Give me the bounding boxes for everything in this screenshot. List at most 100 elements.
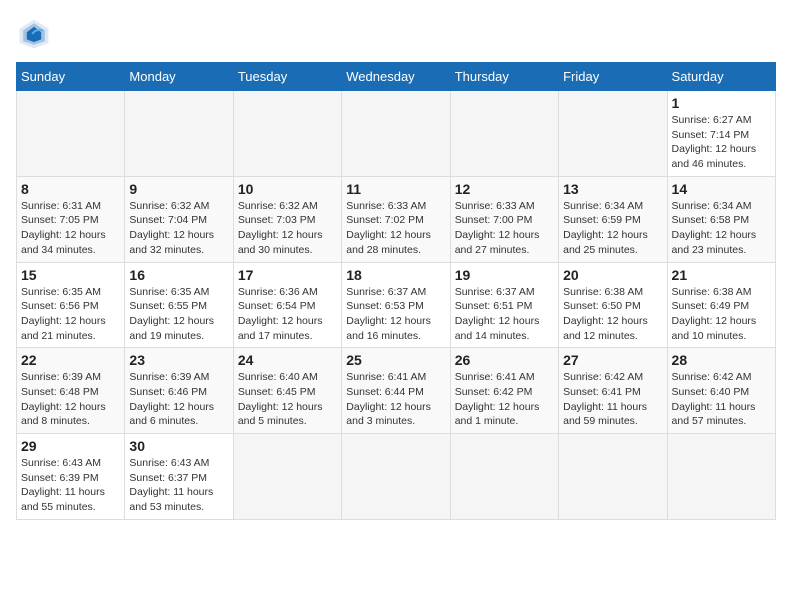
day-info: Sunrise: 6:34 AMSunset: 6:59 PMDaylight:… (563, 199, 662, 258)
calendar-week-row: 1 Sunrise: 6:27 AMSunset: 7:14 PMDaylight… (17, 91, 776, 177)
day-info: Sunrise: 6:37 AMSunset: 6:53 PMDaylight:… (346, 285, 445, 344)
day-info: Sunrise: 6:34 AMSunset: 6:58 PMDaylight:… (672, 199, 771, 258)
calendar-day-cell: 18 Sunrise: 6:37 AMSunset: 6:53 PMDayligh… (342, 262, 450, 348)
calendar-week-row: 22 Sunrise: 6:39 AMSunset: 6:48 PMDayligh… (17, 348, 776, 434)
day-number: 17 (238, 267, 337, 283)
day-info: Sunrise: 6:41 AMSunset: 6:44 PMDaylight:… (346, 370, 445, 429)
calendar-day-cell: 8 Sunrise: 6:31 AMSunset: 7:05 PMDaylight… (17, 176, 125, 262)
day-info: Sunrise: 6:42 AMSunset: 6:40 PMDaylight:… (672, 370, 771, 429)
weekday-header-cell: Thursday (450, 63, 558, 91)
calendar-week-row: 8 Sunrise: 6:31 AMSunset: 7:05 PMDaylight… (17, 176, 776, 262)
day-info: Sunrise: 6:43 AMSunset: 6:39 PMDaylight:… (21, 456, 120, 515)
page-header (16, 16, 776, 52)
weekday-header-cell: Saturday (667, 63, 775, 91)
day-number: 24 (238, 352, 337, 368)
calendar-day-cell (342, 434, 450, 520)
calendar-day-cell: 23 Sunrise: 6:39 AMSunset: 6:46 PMDayligh… (125, 348, 233, 434)
calendar-day-cell: 1 Sunrise: 6:27 AMSunset: 7:14 PMDaylight… (667, 91, 775, 177)
day-info: Sunrise: 6:41 AMSunset: 6:42 PMDaylight:… (455, 370, 554, 429)
day-info: Sunrise: 6:35 AMSunset: 6:56 PMDaylight:… (21, 285, 120, 344)
day-info: Sunrise: 6:39 AMSunset: 6:46 PMDaylight:… (129, 370, 228, 429)
day-info: Sunrise: 6:39 AMSunset: 6:48 PMDaylight:… (21, 370, 120, 429)
weekday-header-cell: Wednesday (342, 63, 450, 91)
calendar-day-cell: 25 Sunrise: 6:41 AMSunset: 6:44 PMDayligh… (342, 348, 450, 434)
calendar-day-cell: 15 Sunrise: 6:35 AMSunset: 6:56 PMDayligh… (17, 262, 125, 348)
day-number: 21 (672, 267, 771, 283)
weekday-header-row: SundayMondayTuesdayWednesdayThursdayFrid… (17, 63, 776, 91)
calendar-day-cell: 12 Sunrise: 6:33 AMSunset: 7:00 PMDayligh… (450, 176, 558, 262)
day-number: 30 (129, 438, 228, 454)
day-number: 23 (129, 352, 228, 368)
calendar-day-cell (125, 91, 233, 177)
day-info: Sunrise: 6:32 AMSunset: 7:03 PMDaylight:… (238, 199, 337, 258)
calendar-day-cell (559, 434, 667, 520)
calendar-day-cell: 11 Sunrise: 6:33 AMSunset: 7:02 PMDayligh… (342, 176, 450, 262)
calendar-day-cell: 13 Sunrise: 6:34 AMSunset: 6:59 PMDayligh… (559, 176, 667, 262)
weekday-header-cell: Friday (559, 63, 667, 91)
day-info: Sunrise: 6:43 AMSunset: 6:37 PMDaylight:… (129, 456, 228, 515)
day-number: 22 (21, 352, 120, 368)
day-number: 19 (455, 267, 554, 283)
day-number: 9 (129, 181, 228, 197)
day-info: Sunrise: 6:40 AMSunset: 6:45 PMDaylight:… (238, 370, 337, 429)
calendar-day-cell: 20 Sunrise: 6:38 AMSunset: 6:50 PMDayligh… (559, 262, 667, 348)
day-info: Sunrise: 6:33 AMSunset: 7:02 PMDaylight:… (346, 199, 445, 258)
day-number: 25 (346, 352, 445, 368)
calendar-body: 1 Sunrise: 6:27 AMSunset: 7:14 PMDaylight… (17, 91, 776, 520)
day-number: 1 (672, 95, 771, 111)
calendar-day-cell: 16 Sunrise: 6:35 AMSunset: 6:55 PMDayligh… (125, 262, 233, 348)
day-info: Sunrise: 6:42 AMSunset: 6:41 PMDaylight:… (563, 370, 662, 429)
calendar-day-cell: 10 Sunrise: 6:32 AMSunset: 7:03 PMDayligh… (233, 176, 341, 262)
day-number: 29 (21, 438, 120, 454)
calendar-day-cell (233, 91, 341, 177)
calendar-day-cell (233, 434, 341, 520)
calendar-day-cell: 19 Sunrise: 6:37 AMSunset: 6:51 PMDayligh… (450, 262, 558, 348)
day-number: 27 (563, 352, 662, 368)
day-number: 20 (563, 267, 662, 283)
calendar-day-cell: 22 Sunrise: 6:39 AMSunset: 6:48 PMDayligh… (17, 348, 125, 434)
day-number: 18 (346, 267, 445, 283)
day-info: Sunrise: 6:38 AMSunset: 6:50 PMDaylight:… (563, 285, 662, 344)
logo-icon (16, 16, 52, 52)
calendar-day-cell: 26 Sunrise: 6:41 AMSunset: 6:42 PMDayligh… (450, 348, 558, 434)
calendar-day-cell: 14 Sunrise: 6:34 AMSunset: 6:58 PMDayligh… (667, 176, 775, 262)
calendar-day-cell: 9 Sunrise: 6:32 AMSunset: 7:04 PMDaylight… (125, 176, 233, 262)
calendar-day-cell (17, 91, 125, 177)
day-number: 14 (672, 181, 771, 197)
day-number: 28 (672, 352, 771, 368)
calendar-day-cell: 27 Sunrise: 6:42 AMSunset: 6:41 PMDayligh… (559, 348, 667, 434)
weekday-header-cell: Tuesday (233, 63, 341, 91)
day-info: Sunrise: 6:36 AMSunset: 6:54 PMDaylight:… (238, 285, 337, 344)
day-number: 26 (455, 352, 554, 368)
day-number: 10 (238, 181, 337, 197)
logo (16, 16, 56, 52)
day-info: Sunrise: 6:37 AMSunset: 6:51 PMDaylight:… (455, 285, 554, 344)
day-number: 12 (455, 181, 554, 197)
calendar-day-cell: 24 Sunrise: 6:40 AMSunset: 6:45 PMDayligh… (233, 348, 341, 434)
weekday-header-cell: Monday (125, 63, 233, 91)
day-number: 8 (21, 181, 120, 197)
day-info: Sunrise: 6:31 AMSunset: 7:05 PMDaylight:… (21, 199, 120, 258)
calendar-day-cell (342, 91, 450, 177)
calendar-week-row: 29 Sunrise: 6:43 AMSunset: 6:39 PMDayligh… (17, 434, 776, 520)
calendar-day-cell (559, 91, 667, 177)
calendar-week-row: 15 Sunrise: 6:35 AMSunset: 6:56 PMDayligh… (17, 262, 776, 348)
day-number: 15 (21, 267, 120, 283)
day-info: Sunrise: 6:32 AMSunset: 7:04 PMDaylight:… (129, 199, 228, 258)
calendar-day-cell (450, 434, 558, 520)
day-info: Sunrise: 6:35 AMSunset: 6:55 PMDaylight:… (129, 285, 228, 344)
calendar-table: SundayMondayTuesdayWednesdayThursdayFrid… (16, 62, 776, 520)
calendar-day-cell: 17 Sunrise: 6:36 AMSunset: 6:54 PMDayligh… (233, 262, 341, 348)
calendar-day-cell (667, 434, 775, 520)
day-number: 16 (129, 267, 228, 283)
day-info: Sunrise: 6:33 AMSunset: 7:00 PMDaylight:… (455, 199, 554, 258)
day-number: 13 (563, 181, 662, 197)
day-number: 11 (346, 181, 445, 197)
day-info: Sunrise: 6:38 AMSunset: 6:49 PMDaylight:… (672, 285, 771, 344)
day-info: Sunrise: 6:27 AMSunset: 7:14 PMDaylight:… (672, 113, 771, 172)
calendar-day-cell: 29 Sunrise: 6:43 AMSunset: 6:39 PMDayligh… (17, 434, 125, 520)
weekday-header-cell: Sunday (17, 63, 125, 91)
calendar-day-cell: 21 Sunrise: 6:38 AMSunset: 6:49 PMDayligh… (667, 262, 775, 348)
calendar-day-cell (450, 91, 558, 177)
calendar-day-cell: 28 Sunrise: 6:42 AMSunset: 6:40 PMDayligh… (667, 348, 775, 434)
